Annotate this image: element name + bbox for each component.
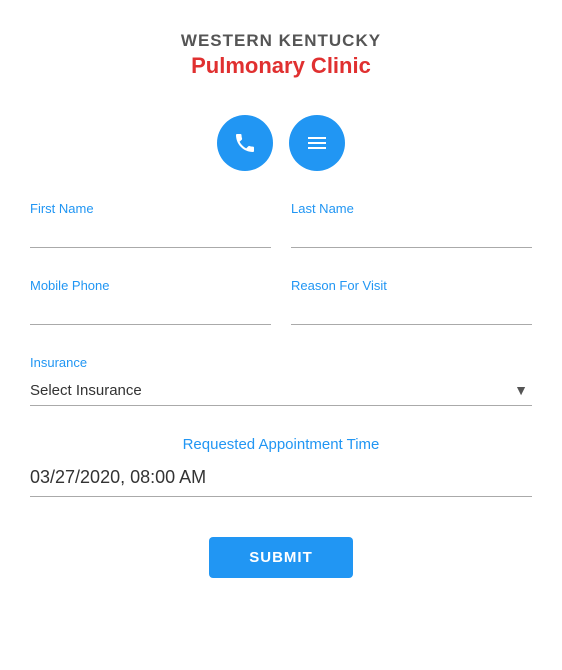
phone-button[interactable]	[217, 115, 273, 171]
settings-icon	[305, 131, 329, 155]
reason-visit-field: Reason For Visit	[291, 278, 532, 325]
submit-row: SUBMIT	[30, 527, 532, 578]
phone-reason-row: Mobile Phone Reason For Visit	[30, 278, 532, 325]
mobile-phone-input[interactable]	[30, 299, 271, 325]
mobile-phone-field: Mobile Phone	[30, 278, 271, 325]
reason-visit-label: Reason For Visit	[291, 278, 532, 293]
logo-subtitle: Pulmonary Clinic	[191, 52, 371, 81]
mobile-phone-label: Mobile Phone	[30, 278, 271, 293]
last-name-label: Last Name	[291, 201, 532, 216]
last-name-input[interactable]	[291, 222, 532, 248]
submit-button[interactable]: SUBMIT	[209, 537, 353, 578]
reason-visit-input[interactable]	[291, 299, 532, 325]
name-row: First Name Last Name	[30, 201, 532, 248]
first-name-field: First Name	[30, 201, 271, 248]
insurance-select[interactable]: Select Insurance Aetna Blue Cross Cigna …	[30, 376, 532, 405]
last-name-field: Last Name	[291, 201, 532, 248]
icon-row	[217, 115, 345, 171]
settings-button[interactable]	[289, 115, 345, 171]
insurance-label: Insurance	[30, 355, 532, 370]
insurance-section: Insurance Select Insurance Aetna Blue Cr…	[30, 355, 532, 406]
main-container: WESTERN KENTUCKY Pulmonary Clinic First …	[0, 0, 562, 670]
logo-title: WESTERN KENTUCKY	[181, 30, 381, 52]
appointment-value[interactable]: 03/27/2020, 08:00 AM	[30, 467, 532, 497]
first-name-input[interactable]	[30, 222, 271, 248]
appointment-label: Requested Appointment Time	[30, 436, 532, 453]
insurance-select-wrapper: Select Insurance Aetna Blue Cross Cigna …	[30, 376, 532, 406]
form-section: First Name Last Name Mobile Phone Reason…	[30, 201, 532, 578]
first-name-label: First Name	[30, 201, 271, 216]
appointment-section: Requested Appointment Time 03/27/2020, 0…	[30, 436, 532, 497]
logo-section: WESTERN KENTUCKY Pulmonary Clinic	[181, 30, 381, 81]
phone-icon	[233, 131, 257, 155]
